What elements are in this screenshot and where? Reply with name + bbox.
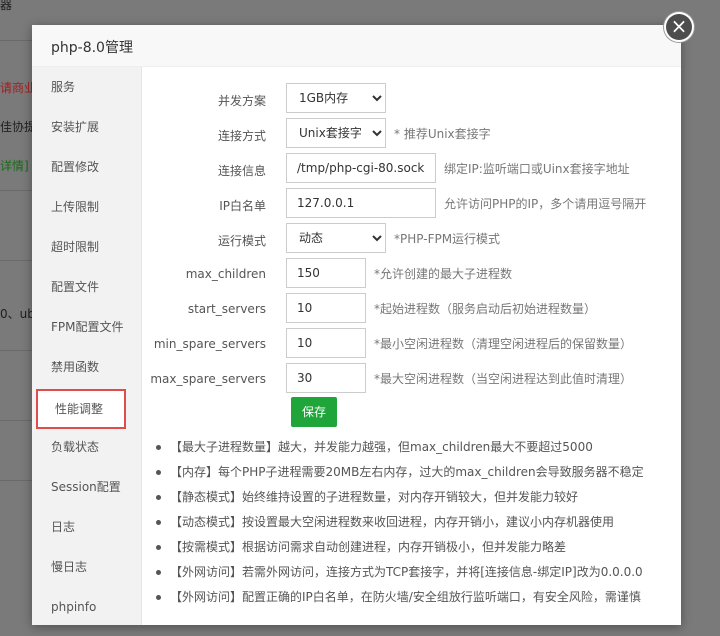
sidebar-item-service[interactable]: 服务 (32, 67, 142, 107)
max-children-hint: *允许创建的最大子进程数 (374, 267, 513, 281)
sidebar-item-log[interactable]: 日志 (32, 507, 142, 547)
bullet-icon (156, 445, 161, 450)
start-servers-hint: *起始进程数（服务启动后初始进程数量） (374, 302, 597, 316)
dialog-header: php-8.0管理 (32, 25, 681, 67)
max-spare-servers-label: max_spare_servers (150, 372, 266, 386)
min-spare-servers-input[interactable]: 10 (286, 328, 366, 358)
ip-whitelist-input[interactable]: 127.0.0.1 (286, 188, 436, 218)
min-spare-servers-label: min_spare_servers (153, 337, 266, 351)
sidebar-item-session-config[interactable]: Session配置 (32, 467, 142, 507)
note-item: 【最大子进程数量】越大，并发能力越强，但max_children最大不要超过50… (154, 435, 674, 460)
note-text: 【最大子进程数量】越大，并发能力越强，但max_children最大不要超过50… (170, 440, 593, 454)
sidebar-item-disabled-functions[interactable]: 禁用函数 (32, 347, 142, 387)
sidebar-item-phpinfo[interactable]: phpinfo (32, 587, 142, 627)
note-item: 【静态模式】始终维持设置的子进程数量，对内存开销较大，但并发能力较好 (154, 485, 674, 510)
note-item: 【外网访问】配置正确的IP白名单，在防火墙/安全组放行监听端口，有安全风险，需谨… (154, 585, 674, 610)
concurrency-select[interactable]: 1GB内存 (286, 83, 386, 113)
note-text: 【静态模式】始终维持设置的子进程数量，对内存开销较大，但并发能力较好 (170, 490, 579, 504)
start-servers-input[interactable]: 10 (286, 293, 366, 323)
note-text: 【内存】每个PHP子进程需要20MB左右内存，过大的max_children会导… (170, 465, 644, 479)
start-servers-label: start_servers (187, 302, 266, 316)
note-item: 【动态模式】按设置最大空闲进程数来收回进程，内存开销小，建议小内存机器使用 (154, 510, 674, 535)
sidebar-item-timeout-limit[interactable]: 超时限制 (32, 227, 142, 267)
run-mode-label: 运行模式 (217, 234, 266, 248)
background-divider (0, 190, 34, 191)
max-children-input[interactable]: 150 (286, 258, 366, 288)
background-divider (0, 350, 34, 351)
bullet-icon (156, 570, 161, 575)
background-text: 请商业 (0, 81, 37, 95)
conn-mode-select[interactable]: Unix套接字 (286, 118, 386, 148)
conn-info-label: 连接信息 (217, 164, 266, 178)
max-spare-servers-input[interactable]: 30 (286, 363, 366, 393)
note-text: 【外网访问】若需外网访问，连接方式为TCP套接字，并将[连接信息-绑定IP]改为… (170, 565, 643, 579)
run-mode-hint: *PHP-FPM运行模式 (394, 232, 501, 246)
sidebar-item-config-file[interactable]: 配置文件 (32, 267, 142, 307)
help-notes: 【最大子进程数量】越大，并发能力越强，但max_children最大不要超过50… (154, 435, 674, 610)
background-divider (0, 480, 34, 481)
background-text: 佳协提 (0, 120, 37, 134)
background-text: 详情] (0, 159, 29, 173)
save-button[interactable]: 保存 (291, 397, 337, 427)
bullet-icon (156, 470, 161, 475)
sidebar-item-install-extensions[interactable]: 安装扩展 (32, 107, 142, 147)
min-spare-servers-hint: *最小空闲进程数（清理空闲进程后的保留数量） (374, 337, 633, 351)
close-button[interactable]: × (664, 12, 694, 42)
sidebar-item-config-modify[interactable]: 配置修改 (32, 147, 142, 187)
note-item: 【外网访问】若需外网访问，连接方式为TCP套接字，并将[连接信息-绑定IP]改为… (154, 560, 674, 585)
note-item: 【内存】每个PHP子进程需要20MB左右内存，过大的max_children会导… (154, 460, 674, 485)
sidebar-item-fpm-config-file[interactable]: FPM配置文件 (32, 307, 142, 347)
background-divider (0, 40, 34, 41)
max-children-label: max_children (185, 267, 266, 281)
note-text: 【外网访问】配置正确的IP白名单，在防火墙/安全组放行监听端口，有安全风险，需谨… (170, 590, 641, 604)
bullet-icon (156, 545, 161, 550)
note-text: 【按需模式】根据访问需求自动创建进程，内存开销极小，但并发能力略差 (170, 540, 567, 554)
ip-whitelist-hint: 允许访问PHP的IP，多个请用逗号隔开 (444, 197, 647, 211)
max-spare-servers-hint: *最大空闲进程数（当空闲进程达到此值时清理） (374, 372, 633, 386)
note-item: 【按需模式】根据访问需求自动创建进程，内存开销极小，但并发能力略差 (154, 535, 674, 560)
background-divider (0, 420, 34, 421)
sidebar-item-load-status[interactable]: 负载状态 (32, 427, 142, 467)
sidebar-item-performance-tuning[interactable]: 性能调整 (36, 389, 126, 429)
sidebar-item-upload-limit[interactable]: 上传限制 (32, 187, 142, 227)
background-text: 0、ub (0, 307, 35, 321)
conn-info-input[interactable]: /tmp/php-cgi-80.sock (286, 153, 436, 183)
concurrency-label: 并发方案 (217, 94, 266, 108)
run-mode-select[interactable]: 动态 (286, 223, 386, 253)
bullet-icon (156, 520, 161, 525)
ip-whitelist-label: IP白名单 (219, 199, 266, 213)
bullet-icon (156, 595, 161, 600)
conn-mode-hint: * 推荐Unix套接字 (394, 127, 491, 141)
background-text: 器 (0, 0, 13, 12)
bullet-icon (156, 495, 161, 500)
conn-mode-label: 连接方式 (217, 129, 266, 143)
php-manager-dialog: php-8.0管理 服务 安装扩展 配置修改 上传限制 超时限制 配置文件 FP… (32, 25, 681, 625)
sidebar: 服务 安装扩展 配置修改 上传限制 超时限制 配置文件 FPM配置文件 禁用函数… (32, 67, 142, 625)
sidebar-item-slow-log[interactable]: 慢日志 (32, 547, 142, 587)
conn-info-hint: 绑定IP:监听端口或Uinx套接字地址 (444, 162, 630, 176)
dialog-title: php-8.0管理 (51, 40, 133, 56)
note-text: 【动态模式】按设置最大空闲进程数来收回进程，内存开销小，建议小内存机器使用 (170, 515, 615, 529)
close-icon: × (666, 14, 692, 40)
background-divider (0, 260, 34, 261)
